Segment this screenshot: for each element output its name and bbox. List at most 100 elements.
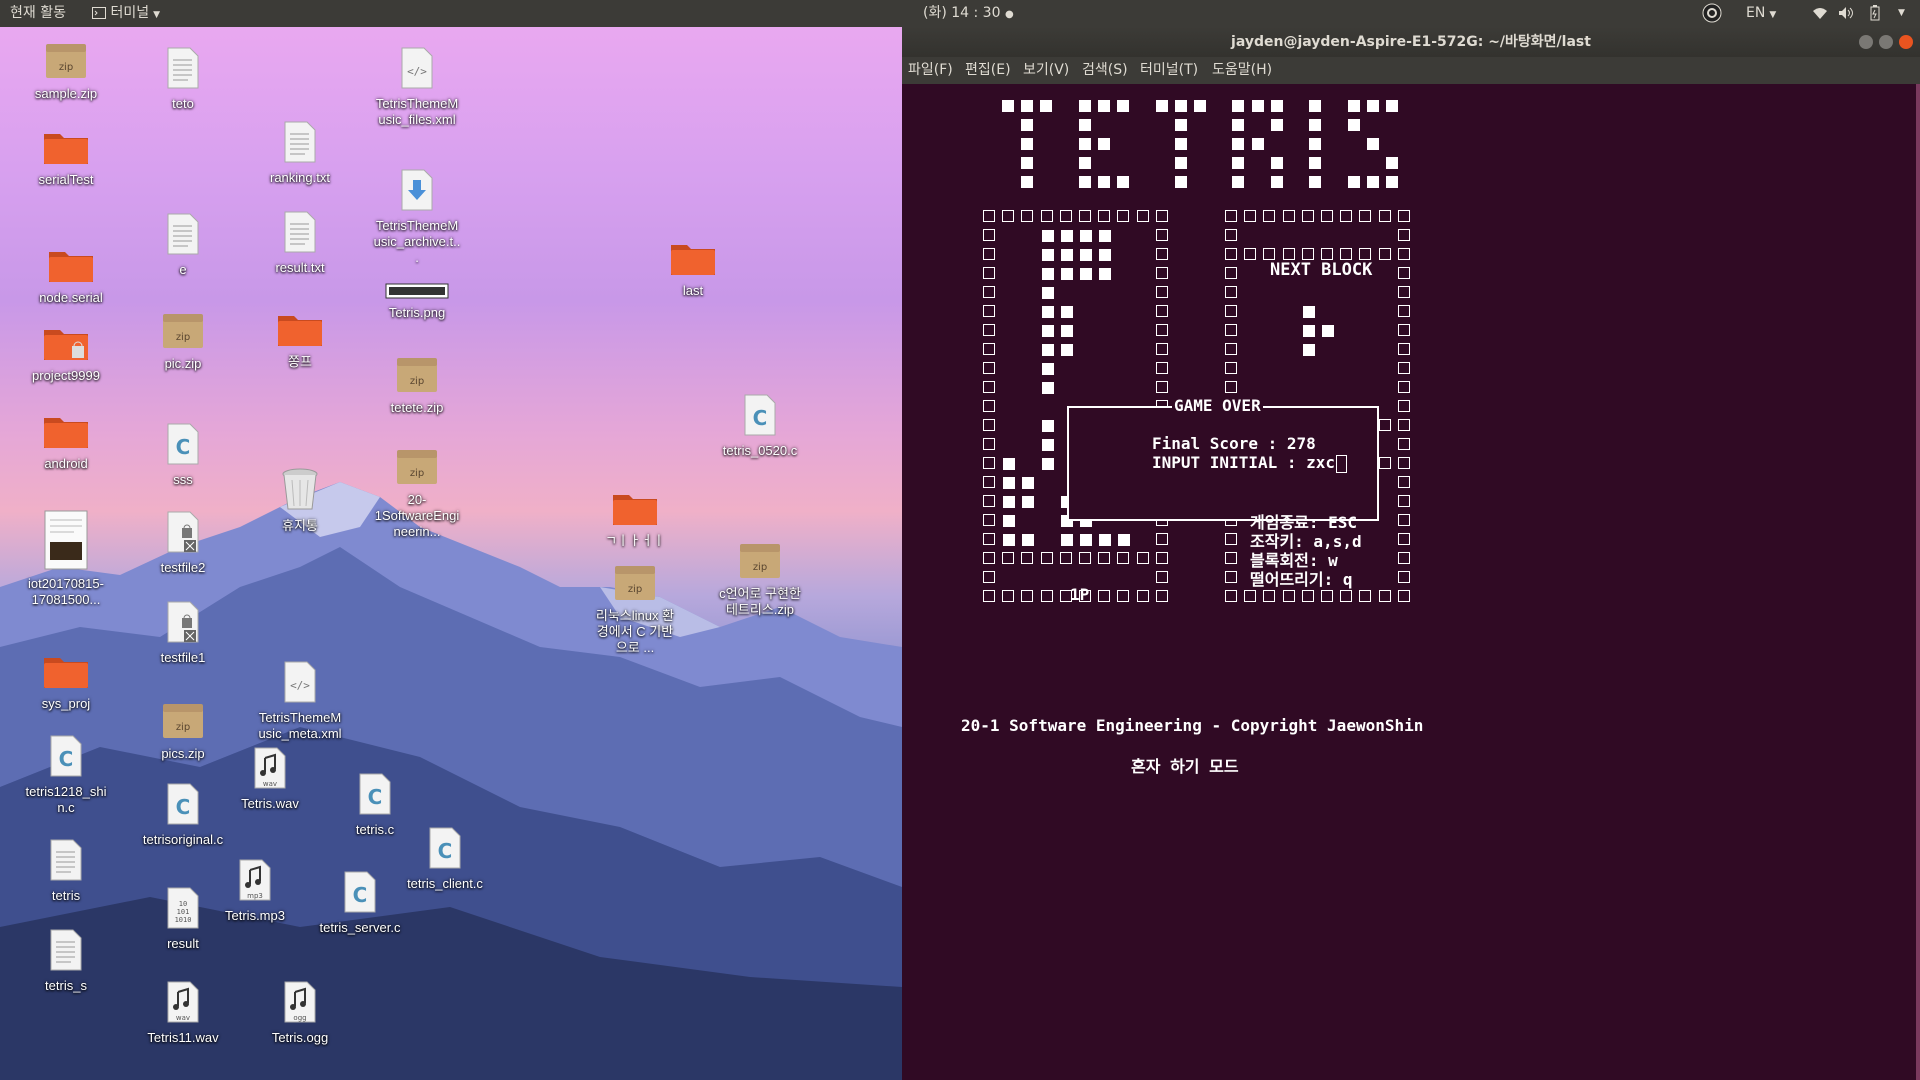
desktop-icon[interactable]: mp3 Tetris.mp3 (205, 858, 305, 924)
terminal-titlebar[interactable]: jayden@jayden-Aspire-E1-572G: ~/바탕화면/las… (902, 27, 1920, 57)
c-source-file-icon: C (710, 393, 810, 441)
input-initial-label: INPUT INITIAL : zxc (1152, 453, 1336, 472)
desktop-icon[interactable]: e (133, 212, 233, 278)
volume-icon[interactable] (1838, 0, 1854, 27)
obs-icon[interactable] (1702, 0, 1722, 27)
app-menu-button[interactable]: 터미널 ▼ (92, 0, 160, 27)
title-block (1347, 176, 1360, 188)
desktop-icon[interactable]: Ctetrisoriginal.c (133, 782, 233, 848)
text-file-icon (250, 210, 350, 258)
close-icon[interactable] (1899, 35, 1913, 49)
field-block (1118, 534, 1131, 546)
desktop-icon[interactable]: Ctetris_server.c (310, 870, 410, 936)
desktop-icon[interactable]: tetris_s (16, 928, 116, 994)
desktop-icon[interactable]: testfile2 (133, 510, 233, 576)
desktop-icon[interactable]: </> TetrisThemeMusic_files.xml (367, 46, 467, 128)
minimize-icon[interactable] (1859, 35, 1873, 49)
field-border-cell (1079, 552, 1091, 564)
desktop-icon[interactable]: ㄱㅣㅏㅓㅣ (585, 487, 685, 549)
desktop-icon-label: ranking.txt (270, 170, 330, 185)
desktop-icon[interactable]: zip sample.zip (16, 40, 116, 102)
next-border-cell (1263, 590, 1276, 602)
c-source-file-icon: C (16, 734, 116, 782)
copyright-line: 20-1 Software Engineering - Copyright Ja… (961, 716, 1424, 735)
zip-archive-icon: zip (585, 562, 685, 606)
desktop-icon[interactable]: zip pic.zip (133, 310, 233, 372)
desktop-icon[interactable]: TetrisThemeMusic_archive.t... (367, 168, 467, 266)
desktop-icon[interactable]: ogg Tetris.ogg (250, 980, 350, 1046)
desktop-icon[interactable]: tetris (16, 838, 116, 904)
menu-edit[interactable]: 편집(E) (965, 57, 1011, 84)
desktop-icon-label: sample.zip (34, 86, 98, 101)
input-initial-field[interactable]: INPUT INITIAL : zxc (1152, 453, 1348, 473)
zip-archive-icon: zip (710, 540, 810, 584)
desktop-icon[interactable]: android (16, 410, 116, 472)
desktop-icon-label: sys_proj (41, 696, 91, 711)
title-block (1309, 119, 1322, 131)
field-border-cell (1040, 590, 1053, 602)
desktop-icon[interactable]: testfile1 (133, 600, 233, 666)
system-menu-chevron-icon[interactable]: ▼ (1898, 0, 1905, 27)
menu-terminal[interactable]: 터미널(T) (1140, 57, 1198, 84)
desktop-icon[interactable]: last (643, 237, 743, 299)
svg-text:zip: zip (753, 562, 767, 573)
zip-archive-icon: zip (367, 354, 467, 398)
field-block (1041, 458, 1054, 470)
desktop-icon[interactable]: ranking.txt (250, 120, 350, 186)
desktop-icon[interactable]: 휴지통 (250, 466, 350, 534)
desktop-icon[interactable]: zip tetete.zip (367, 354, 467, 416)
player-label: 1P (1070, 585, 1090, 604)
desktop-icon[interactable]: sys_proj (16, 650, 116, 712)
desktop-icon[interactable]: Ctetris1218_shin.c (16, 734, 116, 816)
terminal-output[interactable]: NEXT BLOCK GAME OVER Final Score : 278 I… (902, 84, 1920, 1080)
activities-button[interactable]: 현재 활동 (10, 0, 66, 27)
menu-help[interactable]: 도움말(H) (1212, 57, 1272, 84)
chevron-down-icon: ▼ (153, 10, 161, 20)
desktop-icon[interactable]: Ctetris_client.c (395, 826, 495, 892)
game-mode-label: 혼자 하기 모드 (1131, 757, 1239, 776)
title-block (1232, 176, 1245, 188)
title-block (1021, 119, 1034, 131)
next-border-cell (1397, 229, 1410, 241)
desktop-icon[interactable]: project9999 (16, 322, 116, 384)
title-block (1174, 138, 1187, 150)
desktop-icon[interactable]: wav Tetris11.wav (133, 980, 233, 1046)
desktop-icon[interactable]: iot20170815-17081500... (16, 510, 116, 608)
field-block (1041, 287, 1054, 299)
desktop-icon[interactable]: zip pics.zip (133, 700, 233, 762)
desktop-icon[interactable]: 쫑프 (250, 308, 350, 370)
desktop-icon-label: testfile1 (160, 650, 206, 665)
desktop-icon[interactable]: </> TetrisThemeMusic_meta.xml (250, 660, 350, 742)
desktop-icon[interactable]: zip 20-1SoftwareEngineerin... (367, 446, 467, 540)
battery-icon[interactable] (1870, 0, 1880, 27)
desktop-icon[interactable]: result.txt (250, 210, 350, 276)
terminal-scrollbar[interactable] (1916, 84, 1920, 1080)
wifi-icon[interactable] (1812, 0, 1828, 27)
desktop-icon[interactable]: teto (133, 46, 233, 112)
desktop-icon[interactable]: wav Tetris.wav (220, 746, 320, 812)
field-block (1041, 420, 1054, 432)
desktop-icon[interactable]: Ctetris_0520.c (710, 393, 810, 459)
field-block (1060, 325, 1073, 337)
desktop-icon[interactable]: serialTest (16, 126, 116, 188)
next-border-cell (1225, 381, 1237, 393)
maximize-icon[interactable] (1879, 35, 1893, 49)
menu-file[interactable]: 파일(F) (908, 57, 953, 84)
desktop-icon[interactable]: Csss (133, 422, 233, 488)
desktop-icon[interactable]: zip 리눅스linux 환경에서 C 기반으로 ... (585, 562, 685, 656)
next-border-cell (1282, 248, 1295, 260)
desktop-icon-label: tetris1218_shin.c (25, 784, 107, 815)
next-border-cell (1397, 324, 1410, 336)
svg-text:zip: zip (176, 332, 190, 343)
menu-view[interactable]: 보기(V) (1023, 57, 1069, 84)
terminal-menubar: 파일(F) 편집(E) 보기(V) 검색(S) 터미널(T) 도움말(H) (902, 57, 1920, 84)
menu-search[interactable]: 검색(S) (1082, 57, 1128, 84)
desktop-icon[interactable]: zip c언어로 구현한 테트리스.zip (710, 540, 810, 618)
desktop: zip sample.zip serialTest node.serial projec… (0, 27, 902, 1080)
text-file-icon (16, 928, 116, 976)
svg-text:wav: wav (263, 780, 277, 788)
clock[interactable]: (화) 14 : 30 ● (923, 0, 1014, 27)
desktop-icon[interactable]: node.serial (21, 244, 121, 306)
desktop-icon[interactable]: Tetris.png (367, 283, 467, 321)
language-indicator[interactable]: EN ▼ (1746, 0, 1776, 27)
